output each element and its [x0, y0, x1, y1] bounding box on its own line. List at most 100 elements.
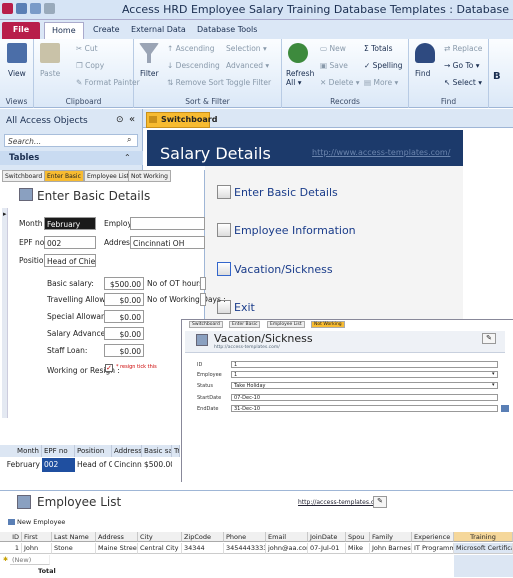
ds-header-basic[interactable]: Basic sala [142, 445, 172, 457]
form-tab-enter-basic[interactable]: Enter Basic [44, 170, 84, 182]
emp-header-family[interactable]: Family [370, 532, 412, 542]
undo-icon[interactable] [30, 3, 41, 14]
ot-hours-field[interactable] [200, 277, 206, 290]
ds-cell-position[interactable]: Head of Chief [75, 458, 112, 472]
emp-cell-family[interactable]: John Barnes [370, 543, 412, 554]
paste-icon[interactable] [40, 43, 60, 63]
nav-section-tables[interactable]: Tables [0, 151, 143, 165]
select-button[interactable]: ↖ Select ▾ [444, 78, 482, 87]
ds-cell-month[interactable]: February [0, 458, 42, 472]
travelling-field[interactable]: $0.00 [104, 293, 144, 306]
emp-cell-joindate[interactable]: 07-Jul-01 [308, 543, 346, 554]
filter-button[interactable]: Filter [140, 69, 159, 78]
calendar-icon[interactable] [501, 405, 509, 412]
descending-button[interactable]: ↓ Descending [167, 61, 220, 70]
binoculars-icon[interactable] [415, 43, 435, 63]
nav-search-input[interactable]: Search... [4, 134, 138, 147]
refresh-icon[interactable] [288, 43, 308, 63]
month-field[interactable]: February [44, 217, 96, 230]
ds-header-address[interactable]: Address [112, 445, 142, 457]
emp-header-zip[interactable]: ZipCode [182, 532, 224, 542]
employee-list-edit-icon[interactable]: ✎ [373, 496, 387, 508]
format-painter-button[interactable]: ✎ Format Painter [76, 78, 140, 87]
emp-cell-training[interactable]: Microsoft Certification [454, 543, 513, 554]
ds-cell-basic[interactable]: $500.00 [142, 458, 172, 472]
form-tab-switchboard[interactable]: Switchboard [2, 170, 46, 182]
switchboard-button-3[interactable] [217, 262, 231, 276]
remove-sort-button[interactable]: ⇅ Remove Sort [167, 78, 224, 87]
salary-advance-field[interactable]: $0.00 [104, 327, 144, 340]
tab-home[interactable]: Home [44, 22, 84, 39]
vac-status-dropdown-icon[interactable]: ▾ [492, 382, 495, 388]
epf-field[interactable]: 002 [44, 236, 96, 249]
form-tab-employee-list[interactable]: Employee List [84, 170, 133, 182]
emp-cell-email[interactable]: john@aa.com [266, 543, 308, 554]
nav-pane-title[interactable]: All Access Objects [6, 116, 88, 126]
working-days-field[interactable] [200, 293, 206, 306]
search-icon[interactable]: ⌕ [127, 135, 131, 145]
emp-cell-phone[interactable]: 3454443333 [224, 543, 266, 554]
save-record-button[interactable]: ▣ Save [320, 61, 348, 70]
switchboard-url-link[interactable]: http://www.access-templates.com/ [312, 148, 450, 157]
new-employee-button[interactable]: New Employee [17, 518, 65, 526]
emp-header-id[interactable]: ID [0, 532, 22, 542]
special-field[interactable]: $0.00 [104, 310, 144, 323]
vac-employee-dropdown-icon[interactable]: ▾ [492, 371, 495, 377]
emp-cell-city[interactable]: Central City [138, 543, 182, 554]
cut-button[interactable]: ✂ Cut [76, 44, 98, 53]
emp-cell-spouse[interactable]: Mike [346, 543, 370, 554]
vac-tab-not-working[interactable]: Not Working [311, 321, 345, 328]
ds-header-epf[interactable]: EPF no [42, 445, 75, 457]
vac-tab-switchboard[interactable]: Switchboard [189, 321, 223, 328]
bold-icon[interactable]: B [493, 71, 501, 82]
emp-header-training[interactable]: Training [454, 532, 513, 542]
switchboard-item-enter-basic[interactable]: Enter Basic Details [234, 186, 338, 199]
emp-header-phone[interactable]: Phone [224, 532, 266, 542]
ascending-button[interactable]: ↑ Ascending [167, 44, 215, 53]
form-tab-not-working[interactable]: Not Working [128, 170, 171, 182]
vac-id-field[interactable]: 1 [231, 361, 498, 368]
chevron-up-icon[interactable]: ⌃ [124, 153, 131, 162]
ds-header-tr[interactable]: Tr [172, 445, 180, 457]
find-button[interactable]: Find [415, 69, 430, 78]
switchboard-item-vacation[interactable]: Vacation/Sickness [234, 263, 333, 276]
nav-collapse-icon[interactable]: « [129, 114, 135, 125]
new-record-button[interactable]: ▭ New [320, 44, 346, 53]
emp-header-address[interactable]: Address [96, 532, 138, 542]
redo-icon[interactable] [44, 3, 55, 14]
replace-button[interactable]: ⇄ Replace [444, 44, 482, 53]
copy-button[interactable]: ❐ Copy [76, 61, 104, 70]
selection-button[interactable]: Selection ▾ [226, 44, 267, 53]
emp-cell-first[interactable]: John [22, 543, 52, 554]
totals-button[interactable]: Σ Totals [364, 44, 393, 53]
emp-cell-zip[interactable]: 34344 [182, 543, 224, 554]
position-field[interactable]: Head of Chief [44, 254, 96, 267]
switchboard-button-1[interactable] [217, 185, 231, 199]
access-logo-icon[interactable] [2, 3, 13, 14]
emp-header-email[interactable]: Email [266, 532, 308, 542]
switchboard-item-employee-info[interactable]: Employee Information [234, 224, 356, 237]
address-field[interactable]: Cincinnati OH [130, 236, 205, 249]
paste-button[interactable]: Paste [40, 69, 60, 78]
tab-create[interactable]: Create [86, 22, 127, 39]
record-selector[interactable] [2, 208, 8, 418]
view-icon[interactable] [7, 43, 27, 63]
spelling-button[interactable]: ✓ Spelling [364, 61, 403, 70]
save-icon[interactable] [16, 3, 27, 14]
staff-loan-field[interactable]: $0.00 [104, 344, 144, 357]
toggle-filter-button[interactable]: Toggle Filter [226, 78, 271, 87]
vacation-edit-icon[interactable]: ✎ [482, 333, 496, 344]
switchboard-button-2[interactable] [217, 223, 231, 237]
ds-cell-epf[interactable]: 002 [42, 458, 75, 472]
emp-header-first[interactable]: First [22, 532, 52, 542]
vac-employee-field[interactable]: 1 [231, 371, 498, 378]
tab-file[interactable]: File [2, 22, 40, 39]
refresh-all-button[interactable]: Refresh All ▾ [286, 69, 314, 87]
vacation-form-url[interactable]: http://access-templates.com/ [214, 345, 280, 350]
more-button[interactable]: ▤ More ▾ [364, 78, 398, 87]
resign-checkbox[interactable]: ✓ [105, 364, 113, 372]
emp-header-experience[interactable]: Experience [412, 532, 454, 542]
vac-tab-employee-list[interactable]: Employee List [267, 321, 305, 328]
ds-cell-address[interactable]: Cincinnati [112, 458, 142, 472]
vac-enddate-field[interactable]: 31-Dec-10 [231, 405, 498, 412]
